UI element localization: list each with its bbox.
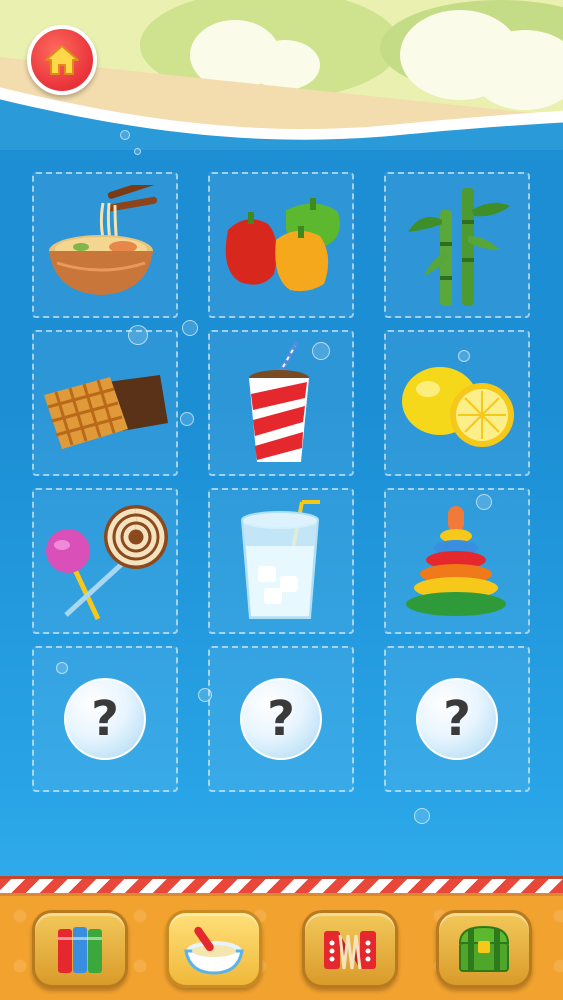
item-tile-rings[interactable] [384,488,530,634]
item-tile-waffle[interactable] [32,330,178,476]
air-bubble [414,808,430,824]
item-tile-locked[interactable]: ? [208,646,354,792]
item-tile-lollipops[interactable] [32,488,178,634]
books-icon [58,927,102,973]
air-bubble [180,412,194,426]
bamboo-icon [408,188,510,306]
water-glass-icon [241,500,320,619]
food-bowl-icon [184,926,244,975]
bottom-stripe [0,876,563,896]
question-bubble-icon: ? [416,678,498,760]
item-tile-peppers[interactable] [208,172,354,318]
item-tile-noodles[interactable] [32,172,178,318]
item-tile-bamboo[interactable] [384,172,530,318]
air-bubble [120,130,130,140]
question-bubble-icon: ? [64,678,146,760]
waffle-icon [44,375,168,449]
nav-food-button[interactable] [166,910,262,988]
beach-header [0,0,563,150]
ring-stack-icon [406,506,506,616]
home-icon [45,45,79,75]
air-bubble [182,320,198,336]
question-bubble-icon: ? [240,678,322,760]
item-tile-water[interactable] [208,488,354,634]
soda-cup-icon [249,340,309,462]
accordion-icon [324,931,376,970]
item-tile-soda[interactable] [208,330,354,476]
item-tile-lemon[interactable] [384,330,530,476]
item-tile-locked[interactable]: ? [384,646,530,792]
lollipop-icon [46,505,168,621]
nav-music-button[interactable] [302,910,398,988]
treasure-chest-icon [458,925,510,972]
home-button[interactable] [27,25,97,95]
item-tile-locked[interactable]: ? [32,646,178,792]
lemon-icon [402,367,514,447]
nav-books-button[interactable] [32,910,128,988]
nav-chest-button[interactable] [436,910,532,988]
noodle-bowl-icon [49,185,157,295]
bell-peppers-icon [225,198,340,292]
air-bubble [134,148,141,155]
